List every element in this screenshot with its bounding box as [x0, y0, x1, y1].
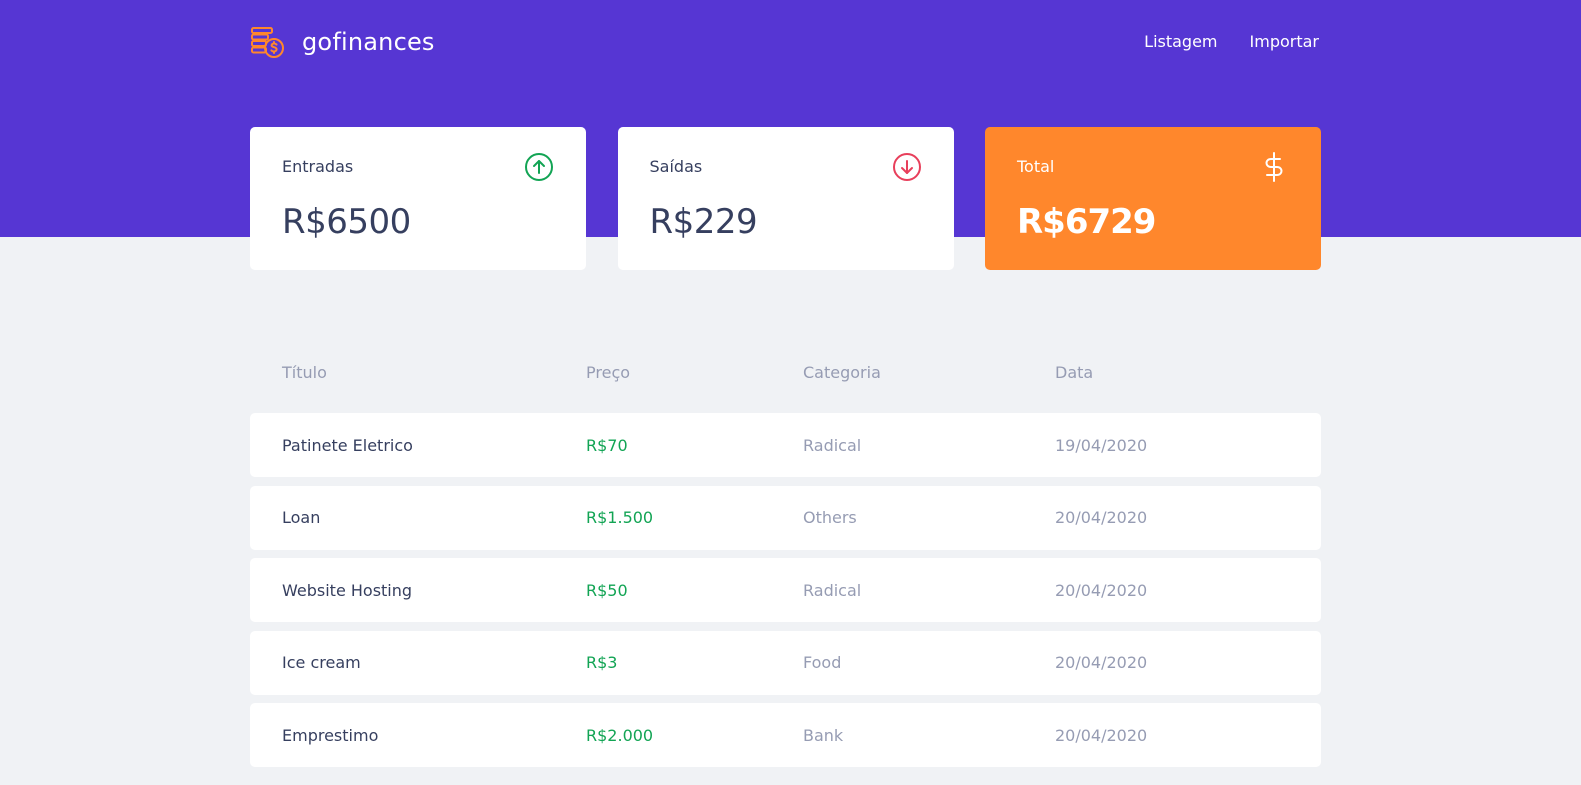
nav-importar-link[interactable]: Importar — [1250, 30, 1319, 54]
header-title: Título — [282, 362, 327, 382]
top-nav: Listagem Importar — [1144, 30, 1319, 54]
row-price: R$50 — [586, 580, 628, 600]
row-price: R$3 — [586, 653, 618, 672]
row-title: Ice cream — [282, 653, 361, 672]
table-row: Patinete Eletrico R$70 Radical 19/04/202… — [250, 413, 1321, 477]
table-row: Website Hosting R$50 Radical 20/04/2020 — [250, 558, 1321, 622]
total-label: Total — [1017, 157, 1055, 176]
outcome-value: R$229 — [649, 202, 758, 242]
header-date: Data — [1055, 362, 1094, 382]
table-row: Emprestimo R$2.000 Bank 20/04/2020 — [250, 703, 1321, 767]
arrow-down-circle-icon — [892, 153, 921, 181]
row-price: R$1.500 — [586, 508, 654, 527]
brand[interactable]: gofinances — [250, 24, 435, 60]
dollar-sign-icon — [1265, 152, 1283, 182]
table-row: Loan R$1.500 Others 20/04/2020 — [250, 485, 1321, 550]
nav-listagem-link[interactable]: Listagem — [1144, 30, 1217, 54]
row-title: Loan — [282, 508, 321, 527]
total-card: Total R$6729 — [985, 127, 1321, 270]
header-category: Categoria — [803, 362, 881, 382]
transactions-table: Título Preço Categoria Data Patinete Ele… — [250, 357, 1321, 776]
total-value: R$6729 — [1017, 202, 1156, 242]
row-title: Website Hosting — [282, 580, 413, 600]
income-card: Entradas R$6500 — [250, 127, 586, 270]
row-date: 20/04/2020 — [1055, 580, 1148, 600]
row-category: Bank — [803, 725, 844, 745]
app-name: gofinances — [302, 28, 435, 56]
row-date: 20/04/2020 — [1055, 653, 1148, 672]
row-title: Emprestimo — [282, 725, 379, 745]
arrow-up-circle-icon — [525, 153, 553, 181]
outcome-label: Saídas — [649, 157, 703, 176]
row-category: Others — [803, 508, 857, 527]
row-date: 20/04/2020 — [1055, 508, 1148, 527]
row-date: 20/04/2020 — [1055, 725, 1148, 745]
row-category: Radical — [803, 580, 862, 600]
summary-cards: Entradas R$6500 Saídas R$229 Total R$672… — [250, 127, 1321, 270]
outcome-card: Saídas R$229 — [617, 127, 954, 270]
income-label: Entradas — [282, 157, 354, 176]
row-title: Patinete Eletrico — [282, 435, 413, 455]
table-header: Título Preço Categoria Data — [250, 357, 1321, 387]
coins-logo-icon — [251, 27, 284, 58]
row-price: R$2.000 — [586, 725, 654, 745]
row-price: R$70 — [586, 435, 628, 455]
row-category: Radical — [803, 435, 862, 455]
row-category: Food — [803, 653, 842, 672]
row-date: 19/04/2020 — [1055, 435, 1148, 455]
table-row: Ice cream R$3 Food 20/04/2020 — [250, 630, 1321, 695]
table-body: Patinete Eletrico R$70 Radical 19/04/202… — [250, 413, 1321, 767]
header-price: Preço — [586, 362, 631, 382]
income-value: R$6500 — [282, 202, 411, 242]
